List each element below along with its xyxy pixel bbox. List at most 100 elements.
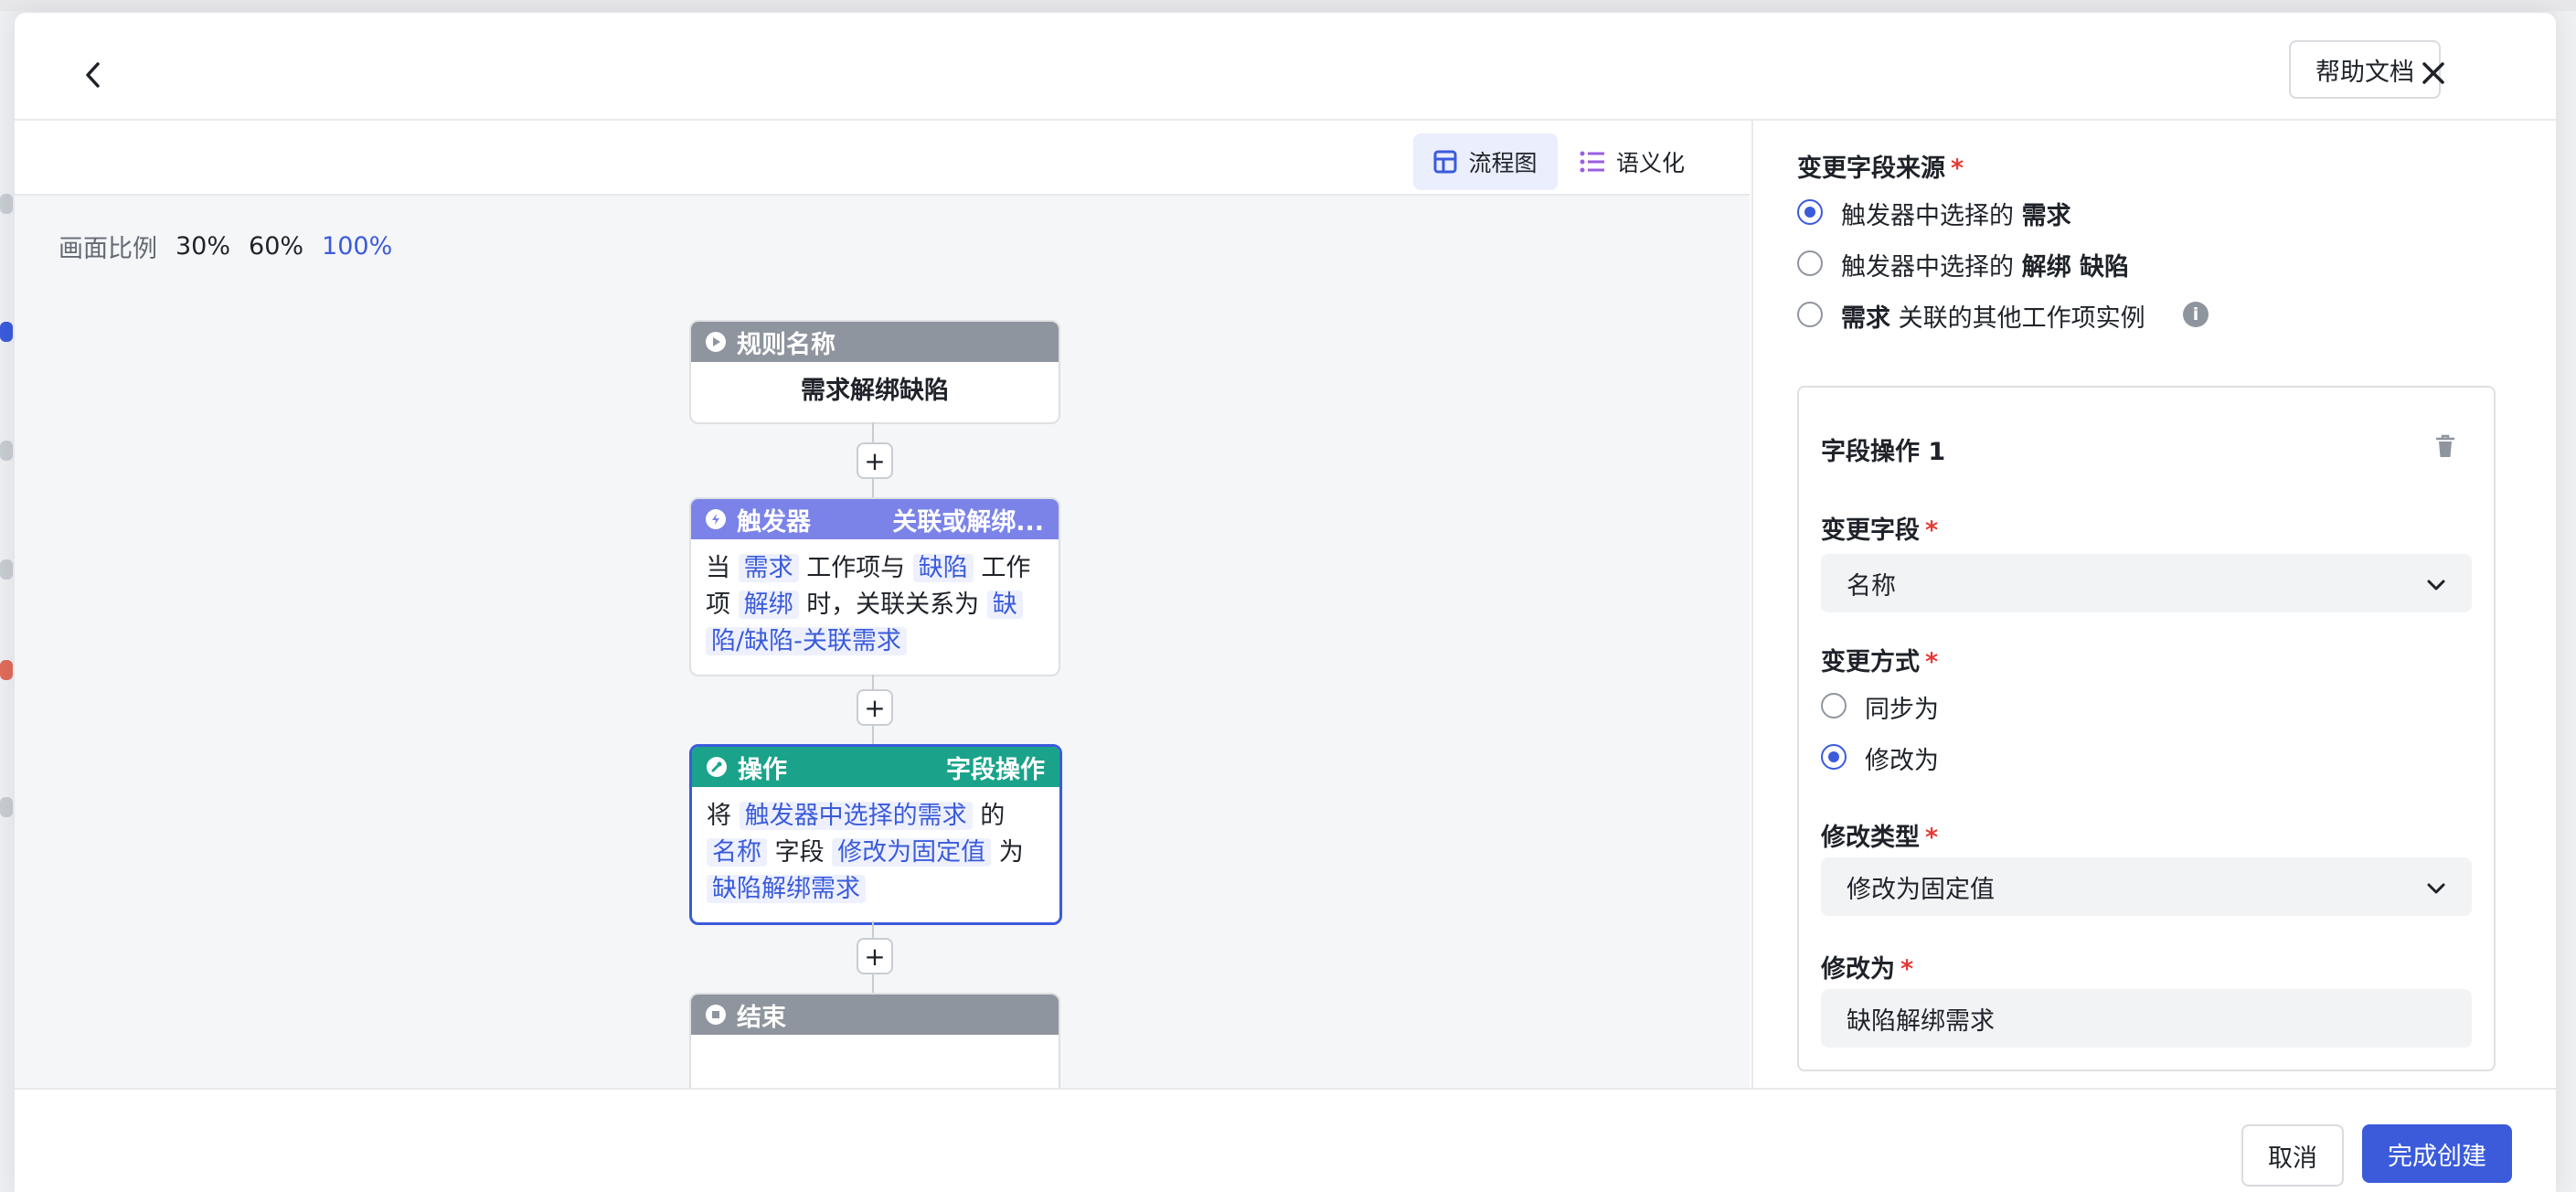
cancel-button[interactable]: 取消 — [2241, 1124, 2344, 1187]
chevron-down-icon — [2426, 873, 2446, 901]
modify-to-value: 缺陷解绑需求 — [1847, 1006, 1995, 1036]
trigger-node[interactable]: 触发器 关联或解绑... 当 需求 工作项与 缺陷 工作 项 解绑 时，关联关系… — [689, 497, 1060, 676]
action-tag: 缺陷解绑需求 — [707, 875, 866, 903]
sidebar-icon — [0, 797, 13, 817]
change-field-value: 名称 — [1847, 571, 1896, 601]
modify-to-label-text: 修改为 — [1821, 955, 1895, 984]
sidebar-icon — [0, 194, 13, 214]
action-node-subtitle: 字段操作 — [946, 755, 1045, 784]
sidebar-icon — [0, 559, 13, 580]
method-option-sync: 同步为 — [1865, 696, 1939, 724]
action-text: 字段 — [774, 838, 825, 867]
action-node-header: 操作 字段操作 — [692, 747, 1059, 787]
source-option-bold: 需求 — [2021, 202, 2071, 230]
background-right-strip — [2556, 11, 2576, 1192]
stop-icon — [706, 1005, 726, 1025]
change-method-label-text: 变更方式 — [1821, 648, 1920, 676]
source-radio-1[interactable] — [1797, 199, 1823, 225]
method-option-modify: 修改为 — [1865, 747, 1939, 775]
view-semantic-label: 语义化 — [1616, 150, 1686, 176]
modify-to-label: 修改为 * — [1821, 955, 1914, 984]
trigger-node-header: 触发器 关联或解绑... — [691, 499, 1059, 539]
close-icon — [2422, 62, 2444, 84]
change-field-select[interactable]: 名称 — [1821, 554, 2472, 612]
trash-icon — [2436, 434, 2454, 457]
info-icon[interactable]: i — [2183, 302, 2209, 327]
zoom-option-30[interactable]: 30% — [176, 232, 230, 261]
background-topbar — [0, 0, 2576, 11]
modal-header: 帮助文档 — [15, 13, 2556, 121]
lightning-icon — [706, 509, 726, 529]
add-step-button[interactable]: + — [857, 689, 893, 726]
zoom-option-60[interactable]: 60% — [249, 232, 303, 261]
end-node-header: 结束 — [691, 995, 1059, 1035]
delete-button[interactable] — [2433, 433, 2457, 463]
method-radio-sync[interactable] — [1821, 693, 1847, 718]
add-step-button[interactable]: + — [857, 938, 893, 974]
complete-create-button[interactable]: 完成创建 — [2362, 1124, 2512, 1183]
field-operation-card: 字段操作 1 变更字段 * 名称 变更方式 * 同步为 修改为 修改类型 * 修… — [1797, 386, 2496, 1071]
modal-footer: 取消 完成创建 — [15, 1088, 2556, 1192]
trigger-text: 时，关联关系为 — [806, 591, 980, 619]
change-field-label-text: 变更字段 — [1821, 516, 1920, 545]
play-icon — [706, 332, 726, 352]
source-radio-3[interactable] — [1797, 302, 1823, 327]
chevron-left-icon — [86, 62, 100, 88]
method-radio-modify[interactable] — [1821, 744, 1847, 770]
automation-rule-modal: 帮助文档 流程图 语义化 画面比例 30% 60% 100% 规则名称 需求解绑… — [15, 13, 2556, 1192]
modify-type-select[interactable]: 修改为固定值 — [1821, 857, 2472, 916]
rule-node-body: 需求解绑缺陷 — [801, 377, 949, 405]
back-button[interactable] — [68, 49, 119, 101]
trigger-text: 当 — [706, 554, 730, 582]
config-panel: 变更字段来源 * 触发器中选择的 需求 触发器中选择的 解绑 缺陷 需求 关联的其… — [1751, 121, 2556, 1088]
action-tag: 触发器中选择的需求 — [739, 802, 973, 830]
view-flowchart-label: 流程图 — [1468, 150, 1538, 176]
modify-to-input[interactable]: 缺陷解绑需求 — [1821, 989, 2472, 1048]
add-step-button[interactable]: + — [857, 442, 893, 479]
action-node-title: 操作 — [738, 755, 787, 784]
modify-type-label-text: 修改类型 — [1821, 824, 1920, 852]
trigger-node-body: 当 需求 工作项与 缺陷 工作 项 解绑 时，关联关系为 缺 陷/缺陷-关联需求 — [691, 539, 1059, 671]
rule-name-node[interactable]: 规则名称 需求解绑缺陷 — [689, 320, 1060, 424]
source-radio-2[interactable] — [1797, 250, 1823, 276]
trigger-text: 工作 — [981, 554, 1031, 582]
action-node-body: 将 触发器中选择的需求 的 名称 字段 修改为固定值 为 缺陷解绑需求 — [692, 787, 1059, 919]
change-field-label: 变更字段 * — [1821, 516, 1939, 545]
zoom-label: 画面比例 — [59, 235, 157, 263]
trigger-tag: 缺陷 — [912, 554, 974, 582]
flow-canvas: 流程图 语义化 画面比例 30% 60% 100% 规则名称 需求解绑缺陷 + — [15, 121, 1750, 1097]
source-option-2: 触发器中选择的 解绑 缺陷 — [1841, 247, 2129, 282]
sidebar-icon — [0, 441, 13, 461]
action-node[interactable]: 操作 字段操作 将 触发器中选择的需求 的 名称 字段 修改为固定值 为 缺陷解… — [689, 744, 1062, 925]
source-option-text: 触发器中选择的 — [1841, 202, 2022, 230]
source-option-bold: 需求 — [1841, 304, 1890, 333]
trigger-tag: 缺 — [986, 591, 1023, 619]
action-tag: 名称 — [707, 838, 767, 867]
trigger-node-subtitle: 关联或解绑... — [892, 507, 1044, 537]
zoom-controls: 画面比例 30% 60% 100% — [59, 229, 392, 264]
modify-type-label: 修改类型 * — [1821, 824, 1939, 852]
action-text: 将 — [707, 802, 731, 830]
source-option-3: 需求 关联的其他工作项实例 — [1841, 298, 2145, 334]
wrench-icon — [707, 757, 727, 777]
sidebar-icon-active — [0, 322, 13, 342]
modify-type-value: 修改为固定值 — [1847, 875, 1995, 904]
trigger-tag: 解绑 — [738, 591, 799, 619]
canvas-toolbar: 流程图 语义化 — [15, 121, 1750, 196]
end-node[interactable]: 结束 — [689, 993, 1060, 1097]
zoom-option-100[interactable]: 100% — [322, 232, 392, 261]
trigger-text: 项 — [706, 591, 730, 619]
view-toggle-flowchart[interactable]: 流程图 — [1413, 133, 1558, 190]
close-button[interactable] — [2411, 51, 2455, 95]
source-label-text: 变更字段来源 — [1797, 154, 1945, 183]
view-toggle-semantic[interactable]: 语义化 — [1580, 133, 1753, 190]
source-field-label: 变更字段来源 * — [1797, 154, 1964, 183]
source-option-text: 触发器中选择的 — [1841, 253, 2022, 282]
trigger-tag: 陷/缺陷-关联需求 — [706, 627, 907, 655]
sidebar-icon — [0, 660, 13, 680]
source-option-bold: 解绑 缺陷 — [2021, 253, 2129, 282]
trigger-tag: 需求 — [738, 554, 799, 582]
action-tag: 修改为固定值 — [832, 838, 992, 867]
source-option-text: 关联的其他工作项实例 — [1890, 304, 2145, 333]
chevron-down-icon — [2426, 569, 2446, 598]
